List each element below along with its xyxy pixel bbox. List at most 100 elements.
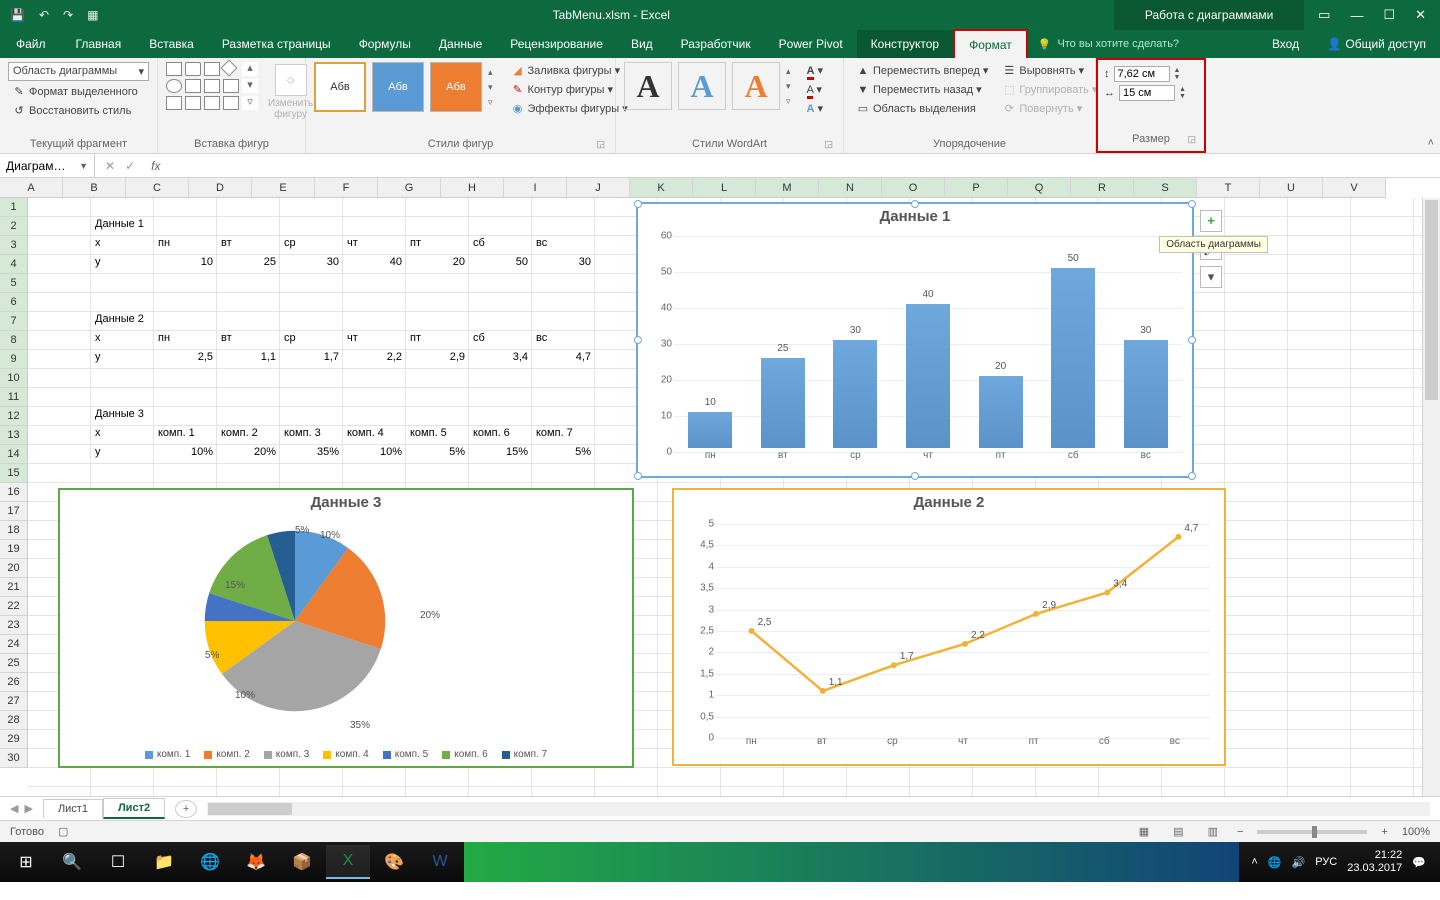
style-preset[interactable]: Абв bbox=[372, 62, 424, 112]
text-outline-button[interactable]: A ▾ bbox=[803, 81, 828, 98]
tab-view[interactable]: Вид bbox=[617, 30, 667, 58]
view-pagebreak-icon[interactable]: ▥ bbox=[1203, 823, 1223, 840]
wordart-preset[interactable]: A bbox=[678, 62, 726, 110]
collapse-ribbon-icon[interactable]: ˄ bbox=[1428, 137, 1434, 149]
tell-me[interactable]: 💡Что вы хотите сделать? bbox=[1028, 31, 1189, 58]
send-backward-button[interactable]: ▼Переместить назад ▾ bbox=[852, 81, 992, 98]
search-icon[interactable]: 🔍 bbox=[50, 845, 94, 879]
lang-indicator[interactable]: РУС bbox=[1315, 856, 1337, 868]
sheet-tab[interactable]: Лист2 bbox=[103, 798, 165, 819]
notifications-icon[interactable]: 💬 bbox=[1412, 856, 1426, 869]
name-box[interactable]: Диаграм…▼ bbox=[0, 154, 95, 177]
sheet-tab[interactable]: Лист1 bbox=[43, 799, 103, 818]
tab-home[interactable]: Главная bbox=[62, 30, 136, 58]
task-view-icon[interactable]: ☐ bbox=[96, 845, 140, 879]
chart-line[interactable]: Данные 2 00,511,522,533,544,55 2,51,11,7… bbox=[672, 488, 1226, 766]
minimize-icon[interactable]: — bbox=[1350, 8, 1363, 23]
save-icon[interactable]: 💾 bbox=[10, 8, 25, 22]
wordart-preset[interactable]: A bbox=[624, 62, 672, 110]
spreadsheet-grid[interactable]: Данные 1xyпнвтсрчтптсбвс10253040205030Да… bbox=[28, 198, 1422, 796]
close-icon[interactable]: ✕ bbox=[1415, 7, 1426, 23]
network-icon[interactable]: 🌐 bbox=[1268, 856, 1282, 869]
shape-effects-button[interactable]: ◉Эффекты фигуры ▾ bbox=[507, 100, 632, 117]
dialog-launcher-icon[interactable]: ◲ bbox=[596, 139, 605, 150]
tab-file[interactable]: Файл bbox=[0, 30, 62, 58]
shapes-gallery[interactable]: ▴ ▾ ▿ bbox=[166, 62, 258, 110]
browser-icon[interactable]: 🦊 bbox=[234, 845, 278, 879]
style-preset[interactable]: Абв bbox=[314, 62, 366, 112]
dialog-launcher-icon[interactable]: ◲ bbox=[1187, 134, 1196, 145]
sheet-nav-prev-icon[interactable]: ◀ bbox=[10, 802, 18, 815]
clock[interactable]: 21:2223.03.2017 bbox=[1347, 849, 1402, 875]
app-icon[interactable]: 📦 bbox=[280, 845, 324, 879]
chrome-icon[interactable]: 🌐 bbox=[188, 845, 232, 879]
chart-bar[interactable]: Данные 1 0102030405060 10253040205030 пн… bbox=[636, 202, 1194, 478]
fx-icon[interactable]: fx bbox=[145, 159, 166, 173]
tab-review[interactable]: Рецензирование bbox=[496, 30, 617, 58]
shape-style-gallery[interactable]: Абв Абв Абв ▴▾▿ bbox=[314, 62, 493, 112]
format-selection-button[interactable]: ✎Формат выделенного bbox=[8, 83, 149, 100]
wordart-gallery[interactable]: A A A ▴▾▿ bbox=[624, 62, 791, 110]
align-button[interactable]: ☰Выровнять ▾ bbox=[998, 62, 1101, 79]
volume-icon[interactable]: 🔊 bbox=[1292, 856, 1306, 869]
maximize-icon[interactable]: ☐ bbox=[1383, 7, 1395, 23]
undo-icon[interactable]: ↶ bbox=[39, 8, 49, 22]
wordart-preset[interactable]: A bbox=[732, 62, 780, 110]
horizontal-scrollbar[interactable] bbox=[207, 802, 1430, 816]
bring-forward-button[interactable]: ▲Переместить вперед ▾ bbox=[852, 62, 992, 79]
zoom-slider[interactable] bbox=[1257, 830, 1367, 834]
reset-style-button[interactable]: ↺Восстановить стиль bbox=[8, 102, 149, 119]
chart-pie[interactable]: Данные 3 10%20%35%10%5%15%5% комп. 1комп… bbox=[58, 488, 634, 768]
paint-icon[interactable]: 🎨 bbox=[372, 845, 416, 879]
contextual-tools-title: Работа с диаграммами bbox=[1114, 0, 1304, 30]
start-button[interactable]: ⊞ bbox=[4, 845, 48, 879]
style-preset[interactable]: Абв bbox=[430, 62, 482, 112]
height-spinner[interactable]: ▲▼ bbox=[1174, 67, 1181, 81]
text-effects-button[interactable]: A ▾ bbox=[803, 100, 828, 117]
selection-pane-button[interactable]: ▭Область выделения bbox=[852, 100, 992, 117]
tray-up-icon[interactable]: ˄ bbox=[1251, 856, 1257, 868]
new-sheet-button[interactable]: + bbox=[175, 800, 197, 818]
share-button[interactable]: 👤 Общий доступ bbox=[1313, 30, 1440, 58]
zoom-level[interactable]: 100% bbox=[1402, 826, 1430, 838]
redo-icon[interactable]: ↷ bbox=[63, 8, 73, 22]
dialog-launcher-icon[interactable]: ◲ bbox=[824, 139, 833, 150]
tab-developer[interactable]: Разработчик bbox=[667, 30, 765, 58]
chart-elements-button[interactable]: + bbox=[1200, 210, 1222, 232]
tab-insert[interactable]: Вставка bbox=[135, 30, 208, 58]
tab-chart-design[interactable]: Конструктор bbox=[857, 30, 953, 58]
tab-formulas[interactable]: Формулы bbox=[345, 30, 425, 58]
row-headers[interactable]: 1234567891011121314151617181920212223242… bbox=[0, 198, 28, 796]
change-shape-icon: ◇ bbox=[275, 64, 307, 96]
chart-filters-button[interactable]: ▾ bbox=[1200, 266, 1222, 288]
zoom-out-button[interactable]: − bbox=[1237, 826, 1243, 838]
height-input[interactable] bbox=[1114, 66, 1170, 82]
file-explorer-icon[interactable]: 📁 bbox=[142, 845, 186, 879]
shape-outline-button[interactable]: ✎Контур фигуры ▾ bbox=[507, 81, 632, 98]
system-tray[interactable]: ˄ 🌐 🔊 РУС 21:2223.03.2017 💬 bbox=[1241, 849, 1436, 875]
vertical-scrollbar[interactable] bbox=[1422, 198, 1440, 796]
tab-chart-format[interactable]: Формат bbox=[953, 29, 1028, 59]
tab-data[interactable]: Данные bbox=[425, 30, 496, 58]
view-normal-icon[interactable]: ▦ bbox=[1134, 823, 1154, 840]
signin-link[interactable]: Вход bbox=[1258, 30, 1313, 58]
qat-custom-icon[interactable]: ▦ bbox=[87, 8, 98, 22]
excel-icon[interactable]: X bbox=[326, 845, 370, 879]
cancel-icon[interactable]: ✕ bbox=[105, 159, 115, 173]
tab-powerpivot[interactable]: Power Pivot bbox=[765, 30, 857, 58]
ribbon-display-icon[interactable]: ▭ bbox=[1318, 7, 1330, 23]
word-icon[interactable]: W bbox=[418, 845, 462, 879]
zoom-in-button[interactable]: + bbox=[1381, 826, 1387, 838]
formula-input[interactable] bbox=[166, 154, 1440, 177]
width-input[interactable] bbox=[1119, 85, 1175, 101]
shape-fill-button[interactable]: ◢Заливка фигуры ▾ bbox=[507, 62, 632, 79]
enter-icon[interactable]: ✓ bbox=[125, 159, 135, 173]
tab-pagelayout[interactable]: Разметка страницы bbox=[208, 30, 345, 58]
sheet-nav-next-icon[interactable]: ▶ bbox=[24, 802, 32, 815]
width-spinner[interactable]: ▲▼ bbox=[1179, 86, 1186, 100]
macro-record-icon[interactable]: ▢ bbox=[58, 825, 68, 838]
view-pagelayout-icon[interactable]: ▤ bbox=[1168, 823, 1188, 840]
column-headers[interactable]: ABC DEF GHI JKL MNO PQR STUV bbox=[0, 178, 1386, 198]
text-fill-button[interactable]: A ▾ bbox=[803, 62, 828, 79]
chart-element-selector[interactable]: Область диаграммы▾ bbox=[8, 62, 149, 81]
